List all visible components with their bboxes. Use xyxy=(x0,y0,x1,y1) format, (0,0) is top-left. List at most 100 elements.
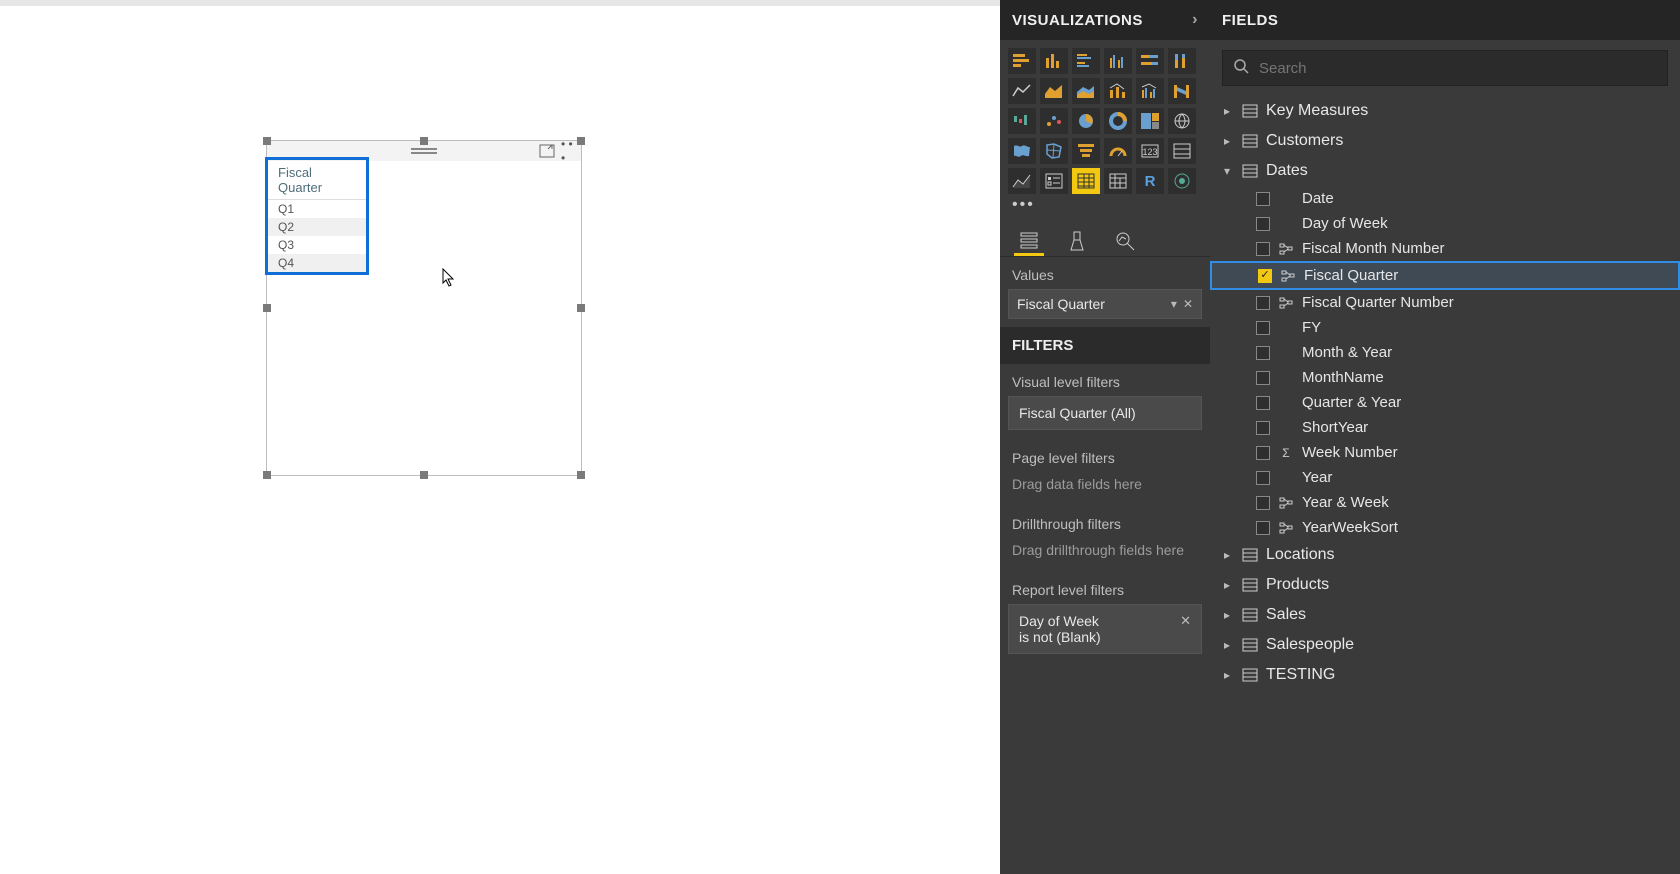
remove-field-icon[interactable]: ✕ xyxy=(1183,297,1193,311)
field-checkbox[interactable] xyxy=(1256,192,1270,206)
visual-drag-handle[interactable] xyxy=(411,147,437,155)
stacked-bar-chart-icon[interactable] xyxy=(1008,48,1036,74)
field-year-week[interactable]: Year & Week xyxy=(1210,490,1680,515)
ribbon-chart-icon[interactable] xyxy=(1168,78,1196,104)
line-chart-icon[interactable] xyxy=(1008,78,1036,104)
field-checkbox[interactable] xyxy=(1256,521,1270,535)
field-fiscal-quarter[interactable]: Fiscal Quarter xyxy=(1210,261,1680,290)
field-checkbox[interactable] xyxy=(1256,217,1270,231)
import-custom-visual-icon[interactable]: ••• xyxy=(1000,196,1210,220)
resize-handle[interactable] xyxy=(263,471,271,479)
field-yearweeksort[interactable]: YearWeekSort xyxy=(1210,515,1680,540)
arcgis-map-icon[interactable] xyxy=(1168,168,1196,194)
field-fy[interactable]: FY xyxy=(1210,315,1680,340)
values-well[interactable]: Fiscal Quarter ▾ ✕ xyxy=(1008,289,1202,319)
field-quarter-year[interactable]: Quarter & Year xyxy=(1210,390,1680,415)
slicer-icon[interactable] xyxy=(1040,168,1068,194)
visual-filter-card[interactable]: Fiscal Quarter (All) xyxy=(1008,396,1202,430)
table-row[interactable]: Q3 xyxy=(268,236,366,254)
gauge-icon[interactable] xyxy=(1104,138,1132,164)
field-day-of-week[interactable]: Day of Week xyxy=(1210,211,1680,236)
table-locations[interactable]: ▸Locations xyxy=(1210,540,1680,570)
matrix-icon[interactable] xyxy=(1104,168,1132,194)
field-checkbox[interactable] xyxy=(1256,421,1270,435)
clustered-column-chart-icon[interactable] xyxy=(1104,48,1132,74)
field-fiscal-quarter-number[interactable]: Fiscal Quarter Number xyxy=(1210,290,1680,315)
resize-handle[interactable] xyxy=(420,471,428,479)
funnel-chart-icon[interactable] xyxy=(1072,138,1100,164)
shape-map-icon[interactable] xyxy=(1040,138,1068,164)
table-visual[interactable]: • • • Fiscal Quarter Q1 Q2 Q3 Q4 xyxy=(266,140,582,476)
area-chart-icon[interactable] xyxy=(1040,78,1068,104)
field-monthname[interactable]: MonthName xyxy=(1210,365,1680,390)
table-testing[interactable]: ▸TESTING xyxy=(1210,660,1680,690)
multi-row-card-icon[interactable] xyxy=(1168,138,1196,164)
treemap-icon[interactable] xyxy=(1136,108,1164,134)
stacked-area-chart-icon[interactable] xyxy=(1072,78,1100,104)
pie-chart-icon[interactable] xyxy=(1072,108,1100,134)
report-canvas[interactable]: • • • Fiscal Quarter Q1 Q2 Q3 Q4 xyxy=(0,0,1000,874)
donut-chart-icon[interactable] xyxy=(1104,108,1132,134)
line-clustered-column-icon[interactable] xyxy=(1136,78,1164,104)
field-checkbox[interactable] xyxy=(1256,446,1270,460)
table-products[interactable]: ▸Products xyxy=(1210,570,1680,600)
field-week-number[interactable]: ΣWeek Number xyxy=(1210,440,1680,465)
field-checkbox[interactable] xyxy=(1256,371,1270,385)
field-dropdown-icon[interactable]: ▾ xyxy=(1171,297,1177,311)
r-visual-icon[interactable]: R xyxy=(1136,168,1164,194)
remove-filter-icon[interactable]: ✕ xyxy=(1180,613,1191,629)
field-checkbox[interactable] xyxy=(1258,269,1272,283)
table-sales[interactable]: ▸Sales xyxy=(1210,600,1680,630)
table-row[interactable]: Q2 xyxy=(268,218,366,236)
scatter-chart-icon[interactable] xyxy=(1040,108,1068,134)
format-tab[interactable] xyxy=(1062,226,1092,256)
field-checkbox[interactable] xyxy=(1256,242,1270,256)
field-checkbox[interactable] xyxy=(1256,471,1270,485)
table-salespeople[interactable]: ▸Salespeople xyxy=(1210,630,1680,660)
field-date[interactable]: Date xyxy=(1210,186,1680,211)
table-column-header[interactable]: Fiscal Quarter xyxy=(268,160,366,200)
table-icon[interactable] xyxy=(1072,168,1100,194)
fields-search[interactable] xyxy=(1222,50,1668,86)
field-month-year[interactable]: Month & Year xyxy=(1210,340,1680,365)
filled-map-icon[interactable] xyxy=(1008,138,1036,164)
resize-handle[interactable] xyxy=(577,137,585,145)
field-shortyear[interactable]: ShortYear xyxy=(1210,415,1680,440)
kpi-icon[interactable] xyxy=(1008,168,1036,194)
field-checkbox[interactable] xyxy=(1256,396,1270,410)
table-key-measures[interactable]: ▸Key Measures xyxy=(1210,96,1680,126)
field-checkbox[interactable] xyxy=(1256,321,1270,335)
table-dates[interactable]: ▾Dates xyxy=(1210,156,1680,186)
more-options-icon[interactable]: • • • xyxy=(561,144,577,158)
table-customers[interactable]: ▸Customers xyxy=(1210,126,1680,156)
page-filters-drop[interactable]: Drag data fields here xyxy=(1008,472,1202,496)
field-year[interactable]: Year xyxy=(1210,465,1680,490)
hundred-stacked-column-icon[interactable] xyxy=(1168,48,1196,74)
search-input[interactable] xyxy=(1259,60,1657,77)
card-icon[interactable]: 123 xyxy=(1136,138,1164,164)
waterfall-chart-icon[interactable] xyxy=(1008,108,1036,134)
resize-handle[interactable] xyxy=(577,471,585,479)
hundred-stacked-bar-icon[interactable] xyxy=(1136,48,1164,74)
drillthrough-drop[interactable]: Drag drillthrough fields here xyxy=(1008,538,1202,562)
field-checkbox[interactable] xyxy=(1256,346,1270,360)
resize-handle[interactable] xyxy=(420,137,428,145)
analytics-tab[interactable] xyxy=(1110,226,1140,256)
table-row[interactable]: Q4 xyxy=(268,254,366,272)
collapse-panel-icon[interactable]: › xyxy=(1192,11,1198,29)
line-stacked-column-icon[interactable] xyxy=(1104,78,1132,104)
resize-handle[interactable] xyxy=(577,304,585,312)
resize-handle[interactable] xyxy=(263,137,271,145)
table-icon xyxy=(1242,578,1258,592)
fields-tab[interactable] xyxy=(1014,226,1044,256)
focus-mode-icon[interactable] xyxy=(539,144,555,158)
report-filter-card[interactable]: Day of Week is not (Blank) ✕ xyxy=(1008,604,1202,654)
resize-handle[interactable] xyxy=(263,304,271,312)
field-checkbox[interactable] xyxy=(1256,496,1270,510)
field-fiscal-month-number[interactable]: Fiscal Month Number xyxy=(1210,236,1680,261)
clustered-bar-chart-icon[interactable] xyxy=(1072,48,1100,74)
field-checkbox[interactable] xyxy=(1256,296,1270,310)
table-row[interactable]: Q1 xyxy=(268,200,366,218)
stacked-column-chart-icon[interactable] xyxy=(1040,48,1068,74)
map-icon[interactable] xyxy=(1168,108,1196,134)
